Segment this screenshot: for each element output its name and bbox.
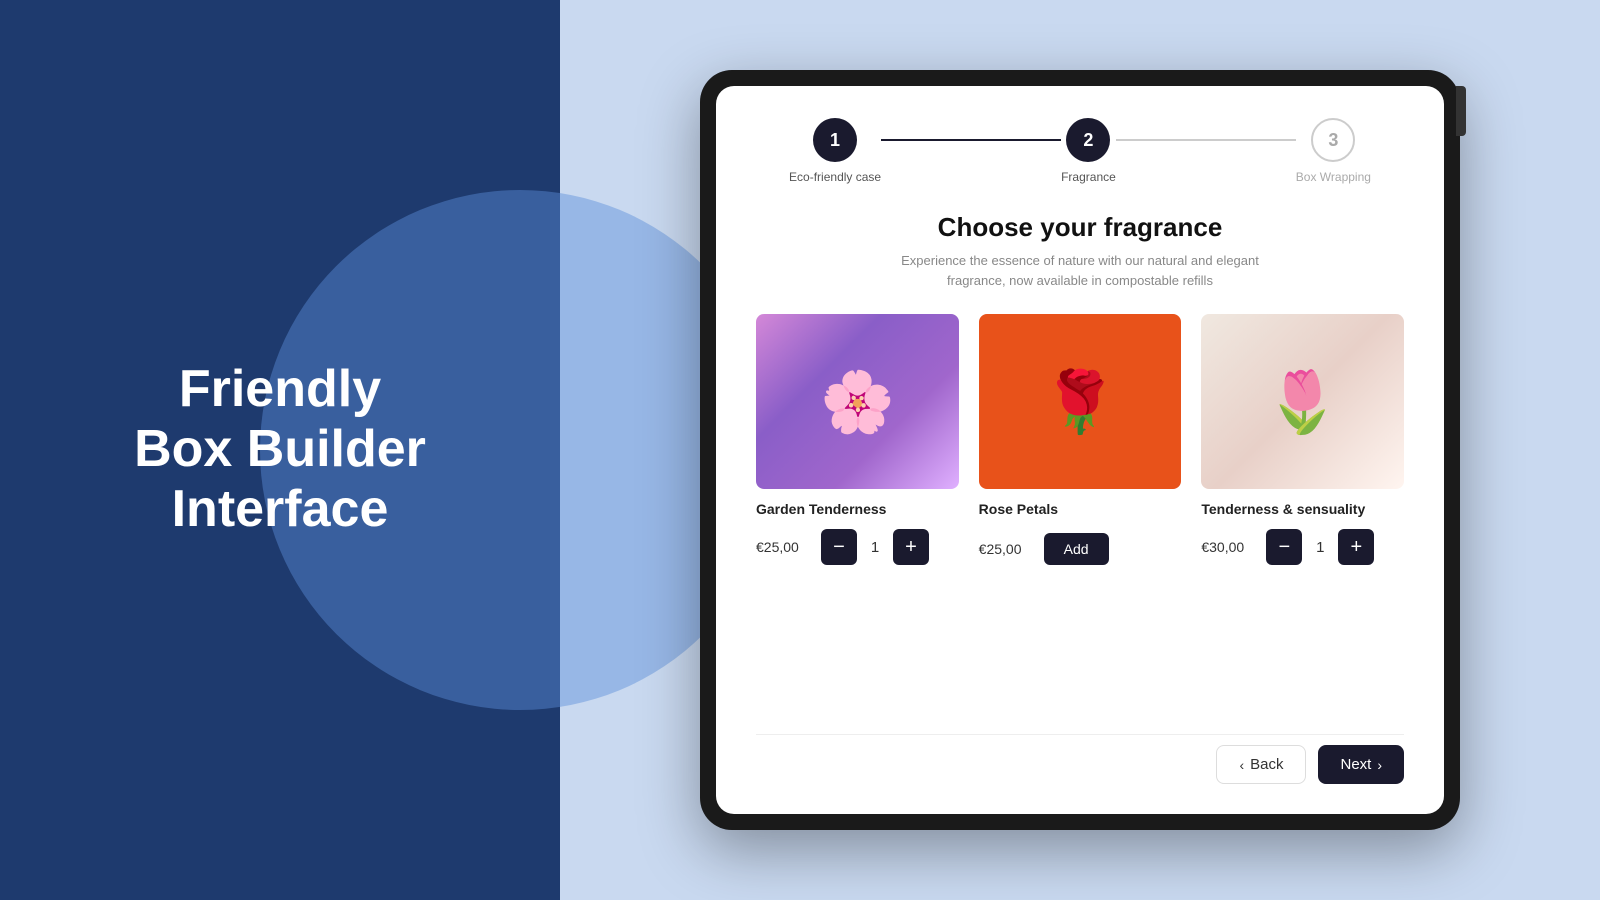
product-controls-tenderness: €30,00 − 1 + — [1201, 529, 1404, 565]
product-name-tenderness: Tenderness & sensuality — [1201, 501, 1404, 517]
step-2-circle: 2 — [1066, 118, 1110, 162]
decrement-btn-tenderness[interactable]: − — [1266, 529, 1302, 565]
step-line-1 — [881, 139, 1061, 141]
product-card-tenderness: Tenderness & sensuality €30,00 − 1 + — [1201, 314, 1404, 565]
stepper: 1 Eco-friendly case 2 Fragrance — [756, 118, 1404, 184]
product-name-rose: Rose Petals — [979, 501, 1182, 517]
product-price-rose: €25,00 — [979, 541, 1034, 557]
section-title: Choose your fragrance — [756, 212, 1404, 243]
step-1-label: Eco-friendly case — [789, 170, 881, 184]
step-3: 3 Box Wrapping — [1296, 118, 1371, 184]
next-chevron-icon: › — [1377, 757, 1382, 773]
product-controls-rose: €25,00 Add — [979, 533, 1182, 565]
increment-btn-tenderness[interactable]: + — [1338, 529, 1374, 565]
increment-btn-garden[interactable]: + — [893, 529, 929, 565]
product-image-garden — [756, 314, 959, 489]
tablet-notch — [1456, 86, 1466, 136]
left-title: Friendly Box Builder Interface — [94, 360, 466, 539]
step-3-circle: 3 — [1311, 118, 1355, 162]
qty-value-garden: 1 — [867, 539, 883, 556]
product-card-rose: Rose Petals €25,00 Add — [979, 314, 1182, 565]
left-panel: Friendly Box Builder Interface — [0, 0, 560, 900]
next-button[interactable]: Next › — [1318, 745, 1404, 784]
step-2-label: Fragrance — [1061, 170, 1116, 184]
content-area: 1 Eco-friendly case 2 Fragrance — [716, 86, 1444, 814]
step-line-2 — [1116, 139, 1296, 141]
step-1-circle: 1 — [813, 118, 857, 162]
decrement-btn-garden[interactable]: − — [821, 529, 857, 565]
tablet-frame: 1 Eco-friendly case 2 Fragrance — [700, 70, 1460, 830]
product-price-tenderness: €30,00 — [1201, 539, 1256, 555]
product-image-rose — [979, 314, 1182, 489]
product-image-tenderness — [1201, 314, 1404, 489]
back-button[interactable]: ‹ Back — [1216, 745, 1306, 784]
product-card-garden: Garden Tenderness €25,00 − 1 + — [756, 314, 959, 565]
add-btn-rose[interactable]: Add — [1044, 533, 1109, 565]
product-controls-garden: €25,00 − 1 + — [756, 529, 959, 565]
product-grid: Garden Tenderness €25,00 − 1 + Rose Peta… — [756, 314, 1404, 565]
product-name-garden: Garden Tenderness — [756, 501, 959, 517]
back-chevron-icon: ‹ — [1239, 757, 1244, 773]
tablet-screen: 1 Eco-friendly case 2 Fragrance — [716, 86, 1444, 814]
product-price-garden: €25,00 — [756, 539, 811, 555]
qty-value-tenderness: 1 — [1312, 539, 1328, 556]
step-3-label: Box Wrapping — [1296, 170, 1371, 184]
step-1: 1 Eco-friendly case — [789, 118, 881, 184]
step-2: 2 Fragrance — [1061, 118, 1116, 184]
bottom-nav: ‹ Back Next › — [756, 734, 1404, 790]
section-subtitle: Experience the essence of nature with ou… — [756, 251, 1404, 290]
right-panel: 1 Eco-friendly case 2 Fragrance — [560, 0, 1600, 900]
